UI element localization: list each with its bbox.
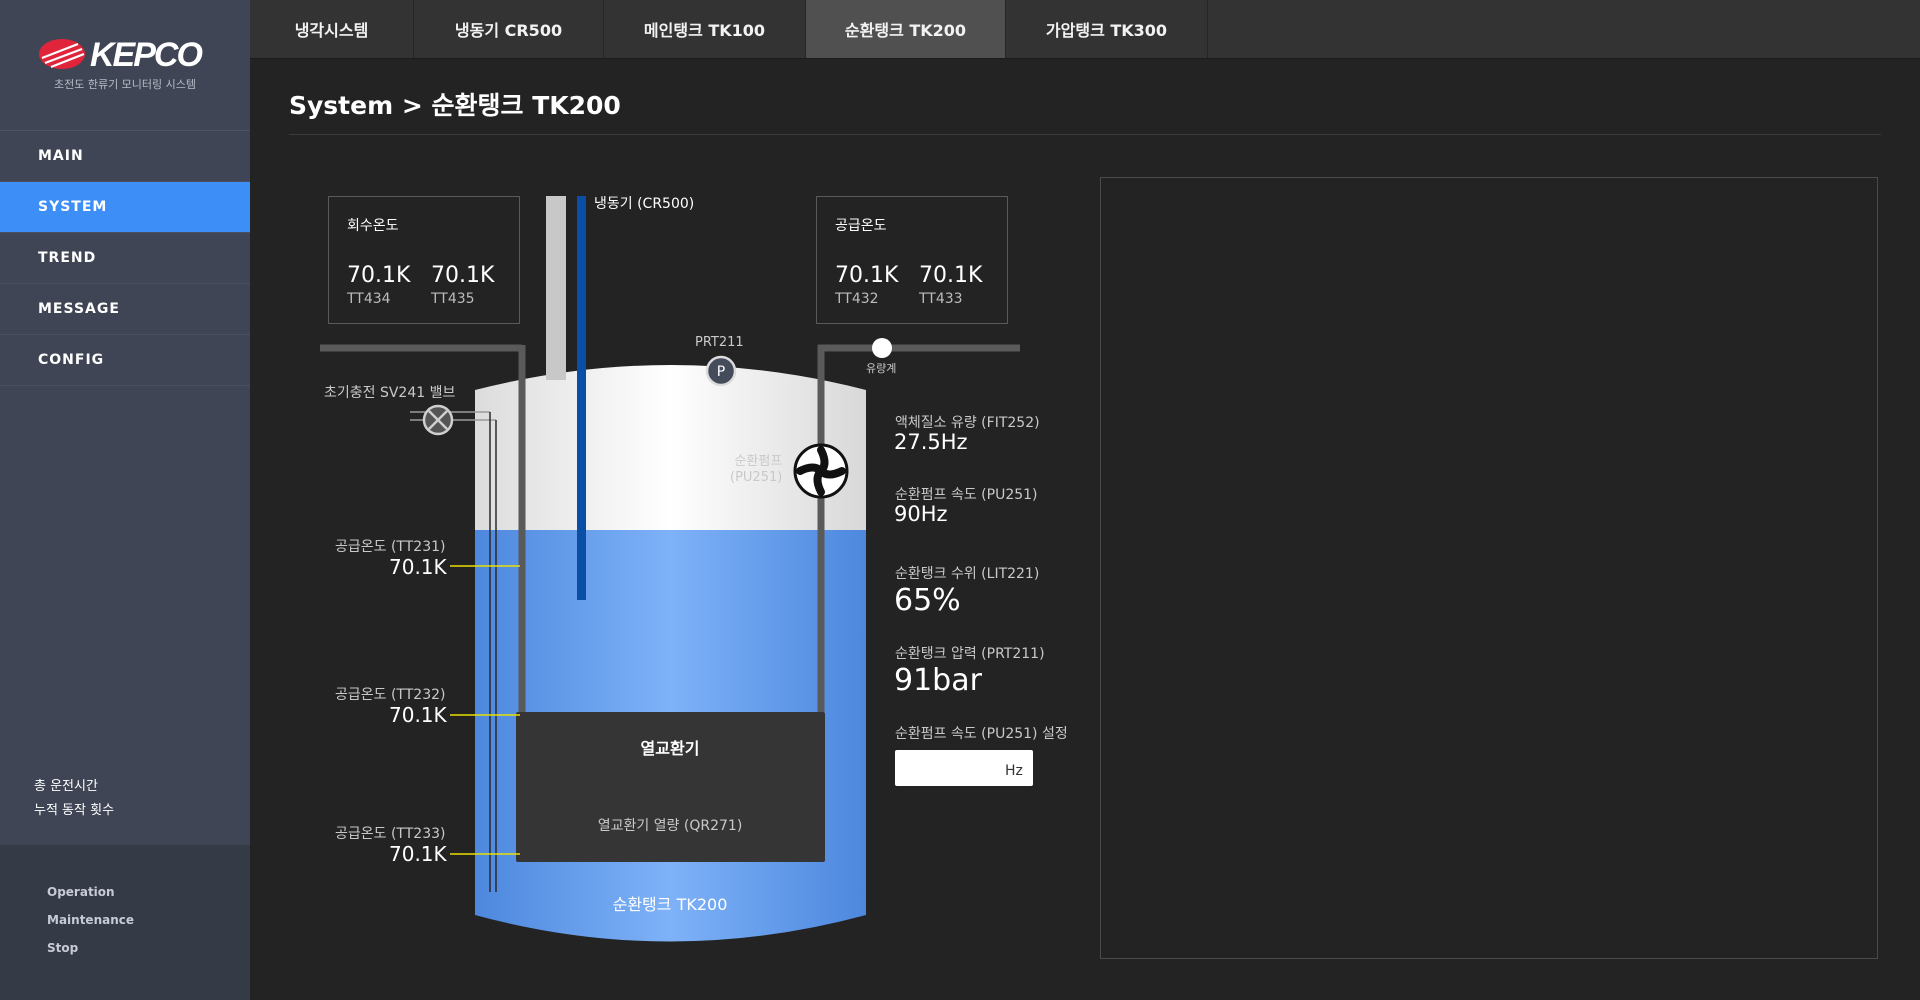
- fit252-value: 27.5Hz: [894, 430, 968, 454]
- supply-temp-box: 공급온도 70.1K TT432 70.1K TT433: [816, 196, 1008, 324]
- heat-exchanger-subtitle: 열교환기 열량 (QR271): [598, 818, 743, 834]
- prt211-metric-label: 순환탱크 압력 (PRT211): [895, 646, 1045, 662]
- tt231-value: 70.1K: [389, 555, 447, 579]
- tt231-label: 공급온도 (TT231): [335, 539, 446, 555]
- tt434-value: 70.1K: [347, 263, 411, 288]
- tab-chiller-cr500[interactable]: 냉동기 CR500: [414, 0, 604, 58]
- valve-sv241-icon: [422, 404, 454, 436]
- nav-system[interactable]: SYSTEM: [0, 182, 250, 233]
- nav-trend[interactable]: TREND: [0, 233, 250, 284]
- nav-message[interactable]: MESSAGE: [0, 284, 250, 335]
- tt435-value: 70.1K: [431, 263, 495, 288]
- tt433-value: 70.1K: [919, 263, 983, 288]
- detail-panel: [1100, 177, 1878, 959]
- kepco-logo-mark: [39, 39, 85, 69]
- tt232-label: 공급온도 (TT232): [335, 687, 446, 703]
- chiller-label: 냉동기 (CR500): [594, 196, 695, 212]
- pu251-speed-value: 90Hz: [894, 502, 948, 526]
- mode-operation[interactable]: Operation: [0, 878, 250, 906]
- return-temp-title: 회수온도: [347, 218, 399, 234]
- operation-stats: 총 운전시간 누적 동작 횟수: [34, 775, 114, 823]
- tt432-value: 70.1K: [835, 263, 899, 288]
- tab-cooling-system[interactable]: 냉각시스템: [250, 0, 414, 58]
- pressure-sensor-prt211-icon: P: [705, 355, 737, 387]
- brand-logo[interactable]: KEPCO 초전도 한류기 모니터링 시스템: [0, 0, 250, 131]
- tt434-tag: TT434: [347, 291, 391, 307]
- lit221-value: 65%: [894, 583, 961, 618]
- system-subtitle: 초전도 한류기 모니터링 시스템: [53, 78, 197, 91]
- title-divider: [289, 134, 1881, 135]
- sidebar: KEPCO 초전도 한류기 모니터링 시스템 MAIN SYSTEM TREND…: [0, 0, 250, 1000]
- pump-speed-unit: Hz: [1005, 763, 1023, 779]
- tt233-label: 공급온도 (TT233): [335, 826, 446, 842]
- mode-maintenance[interactable]: Maintenance: [0, 906, 250, 934]
- tt433-tag: TT433: [919, 291, 963, 307]
- supply-temp-title: 공급온도: [835, 218, 887, 234]
- tt233-value: 70.1K: [389, 842, 447, 866]
- cumulative-count-label: 누적 동작 횟수: [34, 803, 115, 818]
- mode-stop[interactable]: Stop: [0, 934, 250, 962]
- svg-text:P: P: [717, 364, 725, 380]
- page-title: System > 순환탱크 TK200: [289, 91, 621, 120]
- circulation-pump-icon: [793, 443, 849, 499]
- mode-panel: Operation Maintenance Stop: [0, 845, 250, 1000]
- nav-main[interactable]: MAIN: [0, 131, 250, 182]
- lit221-label: 순환탱크 수위 (LIT221): [895, 566, 1040, 582]
- valve-sv241-label: 초기충전 SV241 밸브: [324, 385, 456, 401]
- prt211-metric-value: 91bar: [894, 663, 982, 698]
- tank-label: 순환탱크 TK200: [613, 895, 728, 914]
- nav-config[interactable]: CONFIG: [0, 335, 250, 386]
- chiller-rod: [577, 196, 586, 600]
- pump-speed-setting-label: 순환펌프 속도 (PU251) 설정: [895, 726, 1068, 742]
- tt435-tag: TT435: [431, 291, 475, 307]
- tab-main-tank-tk100[interactable]: 메인탱크 TK100: [604, 0, 806, 58]
- top-tab-bar: 냉각시스템 냉동기 CR500 메인탱크 TK100 순환탱크 TK200 가압…: [250, 0, 1920, 59]
- tt232-value: 70.1K: [389, 703, 447, 727]
- pu251-speed-label: 순환펌프 속도 (PU251): [895, 487, 1038, 503]
- heat-exchanger: [516, 712, 825, 862]
- fit252-label: 액체질소 유량 (FIT252): [895, 415, 1040, 431]
- heat-exchanger-title: 열교환기: [641, 739, 700, 758]
- tab-pressure-tank-tk300[interactable]: 가압탱크 TK300: [1006, 0, 1208, 58]
- flowmeter-icon: [872, 338, 892, 358]
- total-runtime-label: 총 운전시간: [34, 779, 98, 794]
- flowmeter-label: 유량계: [866, 362, 897, 375]
- tab-circulation-tank-tk200[interactable]: 순환탱크 TK200: [806, 0, 1006, 58]
- prt211-label: PRT211: [695, 335, 744, 350]
- return-temp-box: 회수온도 70.1K TT434 70.1K TT435: [328, 196, 520, 324]
- tt432-tag: TT432: [835, 291, 879, 307]
- pump-label: 순환펌프 (PU251): [730, 454, 783, 485]
- chiller-pipe: [546, 196, 566, 380]
- logo-text: KEPCO: [90, 36, 203, 74]
